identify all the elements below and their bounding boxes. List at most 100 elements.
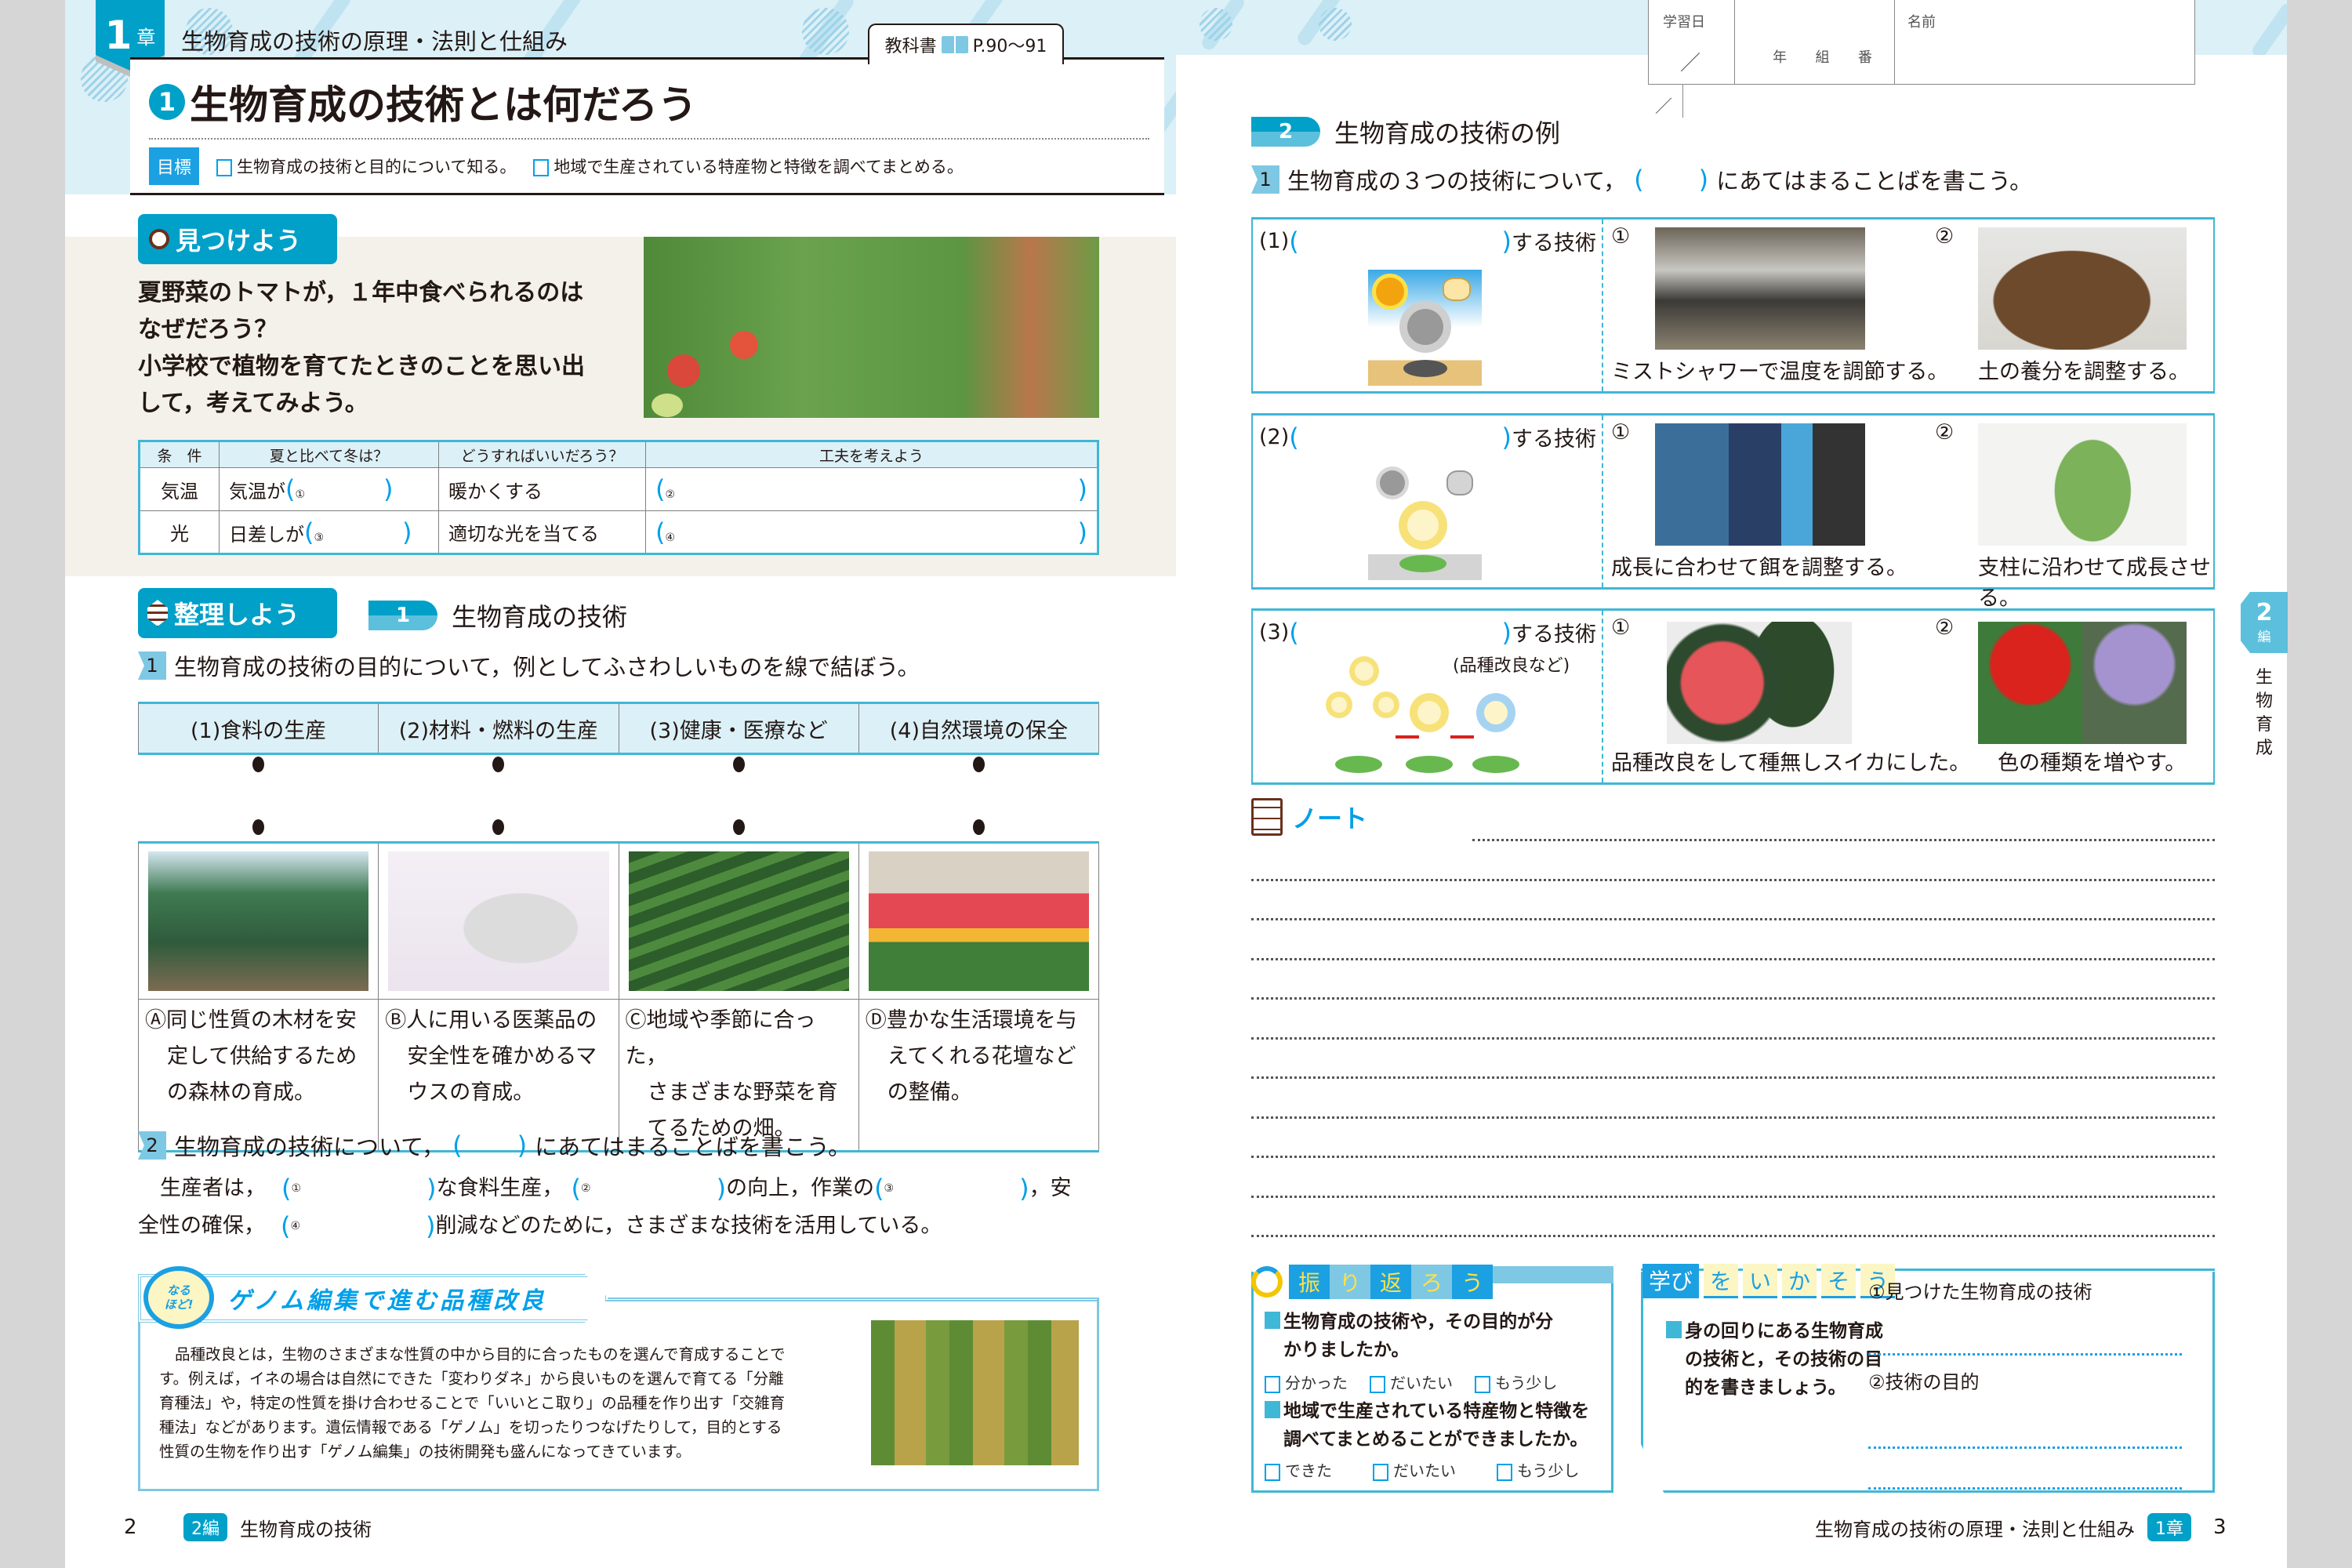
class-input[interactable]: 年組番 [1735, 0, 1895, 84]
checkbox[interactable] [1265, 1375, 1280, 1393]
section-title: 生物育成の技術 [452, 602, 628, 632]
connect-dot-top[interactable] [732, 757, 745, 772]
reflect-title-char: り [1330, 1265, 1370, 1299]
purpose-row: (1)食料の生産 (2)材料・燃料の生産 (3)健康・医療など (4)自然環境の… [138, 702, 1099, 755]
example-a: Ⓐ同じ性質の木材を安 定して供給するため の森林の育成。 [139, 999, 379, 1150]
note-line[interactable] [1251, 1116, 2215, 1119]
cedar-forest-photo [148, 851, 369, 991]
table-row: 気温 気温が(①) 暖かくする (②) [138, 467, 1099, 511]
purpose-3: (3)健康・医療など [619, 704, 859, 753]
tulip-flowerbed-photo [868, 851, 1089, 991]
reflect-title-char: 振 [1289, 1265, 1330, 1299]
lesson-title-box: 1 生物育成の技術とは何だろう 目標 生物育成の技術と目的について知る。 地域で… [130, 57, 1164, 195]
connect-dot-bottom[interactable] [252, 819, 264, 835]
example-c: Ⓒ地域や季節に合った， さまざまな野菜を育 てるための畑。 [619, 999, 859, 1150]
checkbox[interactable] [216, 159, 233, 176]
connect-dot-top[interactable] [973, 757, 985, 772]
blank-2[interactable]: (②) [645, 467, 1099, 511]
tomato-greenhouse-photo [644, 237, 1099, 418]
unit-side-label: 生物育成 [2255, 668, 2273, 758]
checkbox[interactable] [1373, 1463, 1388, 1481]
note-line[interactable] [1251, 1036, 2215, 1040]
purpose-4: (4)自然環境の保全 [858, 704, 1099, 753]
checkbox[interactable] [1475, 1375, 1490, 1393]
note-line[interactable] [1251, 997, 2215, 1000]
checkbox[interactable] [533, 159, 550, 176]
soil-fertilizer-photo [1978, 227, 2187, 350]
checkbox[interactable] [1497, 1463, 1512, 1481]
notes-label: ノート [1292, 804, 1368, 833]
blank-3[interactable]: 日差しが(③) [219, 510, 439, 555]
example-d: Ⓓ豊かな生活環境を与 えてくれる花壇など の整備。 [858, 999, 1099, 1150]
note-line[interactable] [1251, 878, 2215, 881]
note-line[interactable] [1251, 1195, 2215, 1198]
goal-label: 目標 [149, 147, 200, 185]
tomato-stake-photo [1978, 423, 2187, 546]
technique-2: (2)() する技術 ① 成長に合わせて餌を調整する。 ② 支柱に沿わせて成長させ… [1251, 413, 2215, 611]
connect-dot-top[interactable] [252, 757, 264, 772]
note-line[interactable] [1251, 957, 2215, 960]
apply-title-char: か [1782, 1264, 1817, 1298]
textbook-ref: 教科書 P.90～91 [868, 24, 1064, 64]
reflect-title-char: う [1452, 1265, 1493, 1299]
reflect-option[interactable]: もう少し [1475, 1370, 1557, 1393]
reflect-option[interactable]: だいたい [1370, 1370, 1453, 1393]
apply-header: 学びをいかそう [1642, 1264, 1896, 1298]
reflect-option[interactable]: だいたい [1373, 1458, 1456, 1481]
lesson-title: 生物育成の技術とは何だろう [190, 82, 697, 128]
find-question: 夏野菜のトマトが，１年中食べられるのは なぜだろう？ 小学校で植物を育てたときの… [138, 279, 585, 417]
note-icon [1251, 798, 1283, 836]
goal-item-2[interactable]: 地域で生産されている特産物と特徴を調べてまとめる。 [533, 154, 964, 178]
reflect-option[interactable]: 分かった [1265, 1370, 1348, 1393]
technique-1: (1)() する技術 ① ミストシャワーで温度を調節する。 ② 土の養分を調整する… [1251, 217, 2215, 394]
apply-field-2-label: ②技術の目的 [1868, 1371, 1980, 1393]
note-line[interactable] [1251, 1076, 2215, 1079]
find-label: 見つけよう [138, 214, 337, 264]
section-number: 1 [368, 601, 437, 630]
examples-grid: Ⓐ同じ性質の木材を安 定して供給するため の森林の育成。 Ⓑ人に用いる医薬品の 安全性… [138, 841, 1099, 1152]
connect-dot-bottom[interactable] [492, 819, 505, 835]
reflect-title-char: ろ [1411, 1265, 1452, 1299]
example-b: Ⓑ人に用いる医薬品の 安全性を確かめるマ ウスの育成。 [379, 999, 619, 1150]
blank-1[interactable]: 気温が(①) [219, 467, 439, 511]
table-row: 光 日差しが(③) 適切な光を当てる (④) [138, 510, 1099, 555]
connect-dot-top[interactable] [492, 757, 505, 772]
checkbox[interactable] [1265, 1463, 1280, 1481]
apply-title-char: を [1704, 1264, 1739, 1298]
mist-shower-cowshed-photo [1655, 227, 1865, 350]
date-input[interactable]: ／ [1680, 47, 1734, 76]
cycle-icon [1251, 1266, 1283, 1298]
blank-4[interactable]: (④) [645, 510, 1099, 555]
right-footer: 生物育成の技術の原理・法則と仕組み 1章 3 [1815, 1513, 2227, 1541]
unit-side-tab: 2 編 [2241, 592, 2288, 653]
left-footer: 2 2編 生物育成の技術 [124, 1513, 372, 1541]
goal-item-1[interactable]: 生物育成の技術と目的について知る。 [216, 154, 516, 178]
study-form-box: 学習日 ／ 年組番 名前 [1648, 0, 2195, 85]
note-line[interactable] [1251, 1156, 2215, 1158]
sunny-flower-illustration [1368, 270, 1482, 386]
purpose-2: (2)材料・燃料の生産 [379, 704, 619, 753]
reflect-title-char: 返 [1370, 1265, 1411, 1299]
apply-title-char: 学び [1642, 1264, 1700, 1298]
apply-field-1-input[interactable] [1868, 1304, 2182, 1356]
note-line[interactable] [1472, 839, 2215, 841]
lesson-number: 1 [149, 84, 185, 120]
rice-field-photo [871, 1320, 1079, 1465]
connect-dot-bottom[interactable] [732, 819, 745, 835]
apply-field-2-input-2[interactable] [1868, 1449, 2182, 1490]
reflect-option[interactable]: もう少し [1497, 1458, 1579, 1481]
apply-title-char: そ [1821, 1264, 1857, 1298]
checkbox[interactable] [1370, 1375, 1385, 1393]
note-line[interactable] [1251, 918, 2215, 920]
note-line[interactable] [1251, 1235, 2215, 1237]
connect-dot-bottom[interactable] [973, 819, 985, 835]
fish-feeding-photo [1655, 423, 1865, 546]
organize-label: 整理しよう [138, 588, 337, 638]
reflect-header: 振り返ろう [1251, 1265, 1613, 1299]
apply-field-2-input[interactable] [1868, 1394, 2182, 1449]
technique-3: (3)() する技術 (品種改良など) ① 品種改良をして種無しスイカにした。 ②… [1251, 608, 2215, 785]
flower-crossbreed-illustration [1323, 654, 1527, 779]
purpose-1: (1)食料の生産 [139, 704, 379, 753]
reflect-option[interactable]: できた [1265, 1458, 1332, 1481]
name-input[interactable]: 名前 [1895, 0, 2194, 84]
